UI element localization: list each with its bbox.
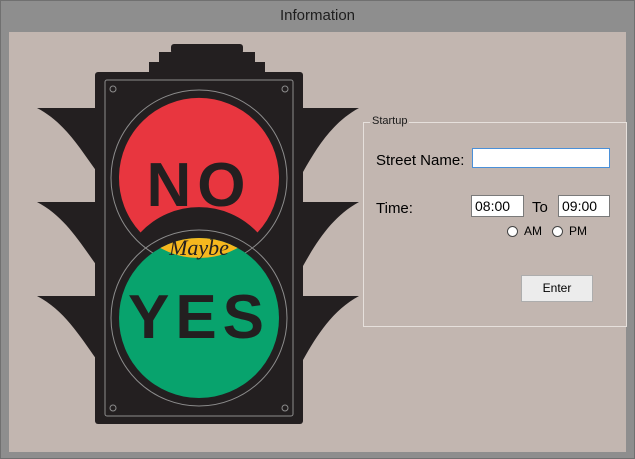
traffic-light-image: NO Maybe YES	[37, 44, 359, 424]
pm-radio-button[interactable]	[552, 225, 563, 237]
to-time-input[interactable]	[558, 195, 610, 217]
am-radio-option[interactable]: AM	[507, 224, 542, 238]
window-title: Information	[279, 7, 356, 24]
startup-group-title: Startup	[370, 115, 410, 127]
from-time-input[interactable]	[471, 195, 524, 217]
am-label: AM	[524, 224, 542, 238]
no-text: NO	[147, 151, 252, 220]
enter-button[interactable]: Enter	[521, 275, 593, 302]
yes-text: YES	[128, 283, 270, 352]
client-area: NO Maybe YES Startup Street Name: Time: …	[9, 32, 627, 452]
street-name-input[interactable]	[472, 148, 610, 168]
street-name-label: Street Name:	[376, 152, 465, 169]
information-window: Information NO Maybe YES Startup Street …	[0, 0, 635, 459]
am-radio-button[interactable]	[507, 225, 518, 237]
pm-radio-option[interactable]: PM	[552, 224, 587, 238]
pm-label: PM	[569, 224, 587, 238]
startup-group: Startup Street Name: Time: To AM PM Ente…	[363, 115, 627, 327]
to-label: To	[532, 199, 548, 216]
time-label: Time:	[376, 200, 413, 217]
maybe-text: Maybe	[168, 235, 229, 260]
